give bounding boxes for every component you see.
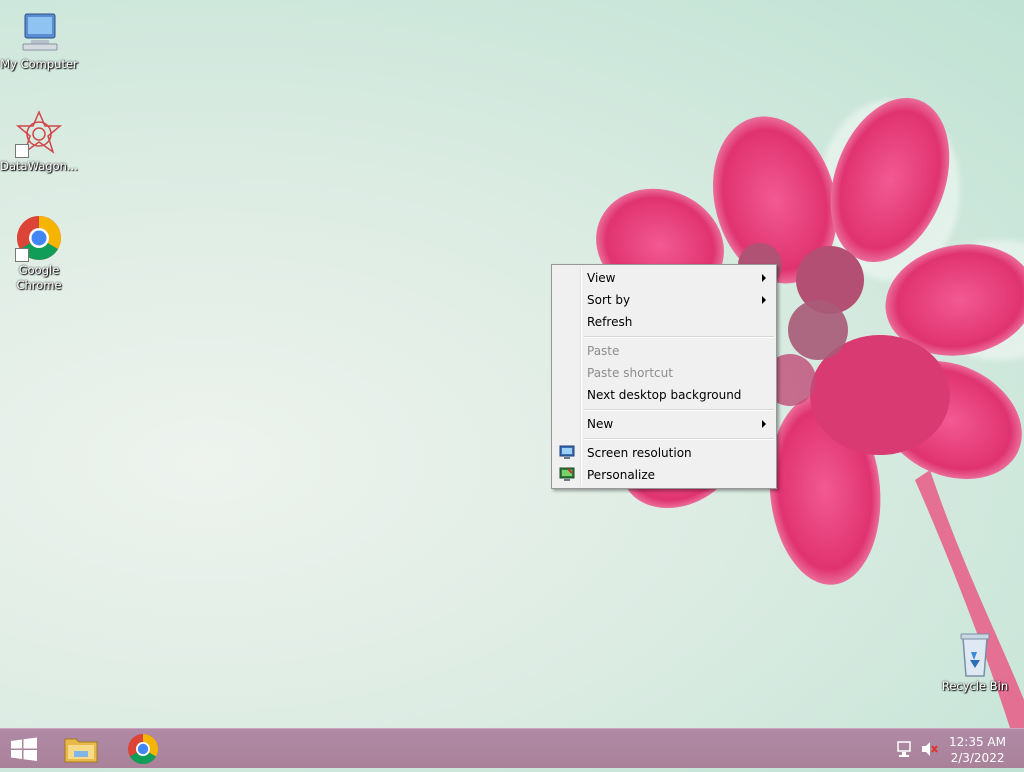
taskbar-file-explorer[interactable]	[56, 729, 106, 769]
chrome-icon	[15, 214, 63, 262]
menu-item-label: New	[587, 417, 614, 431]
menu-item-label: Personalize	[587, 468, 656, 482]
menu-item-refresh[interactable]: Refresh	[554, 311, 774, 333]
menu-item-label: View	[587, 271, 616, 285]
tray-network[interactable]	[894, 729, 916, 769]
desktop-icon-my-computer[interactable]: My Computer	[0, 8, 78, 72]
submenu-arrow-icon	[762, 420, 766, 428]
menu-item-sort-by[interactable]: Sort by	[554, 289, 774, 311]
menu-item-label: Screen resolution	[587, 446, 692, 460]
menu-separator	[584, 409, 774, 411]
desktop-icon-google-chrome[interactable]: Google Chrome	[0, 214, 78, 293]
submenu-arrow-icon	[762, 274, 766, 282]
desktop-icon-label: My Computer	[0, 57, 78, 71]
chrome-icon	[128, 734, 159, 765]
shortcut-arrow-icon	[15, 144, 29, 158]
volume-muted-icon	[922, 742, 938, 756]
clock-time: 12:35 AM	[949, 735, 1006, 749]
menu-item-paste: Paste	[554, 340, 774, 362]
computer-icon	[15, 8, 63, 56]
personalize-icon	[559, 467, 575, 483]
desktop-context-menu: View Sort by Refresh Paste Paste shortcu…	[551, 264, 777, 489]
clock-date: 2/3/2022	[950, 751, 1005, 765]
desktop[interactable]: My Computer DataWagon... Google Chrome R…	[0, 0, 1024, 728]
taskbar-clock[interactable]: 12:35 AM 2/3/2022	[949, 734, 1006, 766]
start-button[interactable]	[0, 729, 48, 769]
desktop-icon-recycle-bin[interactable]: Recycle Bin	[936, 630, 1014, 694]
wallpaper-flower	[596, 97, 1024, 728]
menu-item-label: Next desktop background	[587, 388, 742, 402]
menu-item-label: Paste	[587, 344, 620, 358]
desktop-icon-datawagon[interactable]: DataWagon...	[0, 110, 78, 174]
menu-item-screen-resolution[interactable]: Screen resolution	[554, 442, 774, 464]
menu-separator	[584, 336, 774, 338]
shortcut-arrow-icon	[15, 248, 29, 262]
screen-resolution-icon	[559, 445, 575, 461]
file-explorer-icon	[64, 738, 98, 763]
taskbar: 12:35 AM 2/3/2022	[0, 728, 1024, 768]
menu-item-label: Sort by	[587, 293, 631, 307]
tray-volume[interactable]	[918, 729, 940, 769]
desktop-icon-label: Recycle Bin	[941, 679, 1009, 693]
recycle-bin-icon	[951, 630, 999, 678]
menu-item-new[interactable]: New	[554, 413, 774, 435]
menu-item-view[interactable]: View	[554, 267, 774, 289]
network-icon	[897, 741, 911, 757]
taskbar-chrome[interactable]	[118, 729, 168, 769]
desktop-icon-label: Google Chrome	[16, 263, 62, 292]
menu-item-next-desktop-background[interactable]: Next desktop background	[554, 384, 774, 406]
submenu-arrow-icon	[762, 296, 766, 304]
datawagon-icon	[15, 110, 63, 158]
desktop-icon-label: DataWagon...	[0, 159, 78, 173]
menu-item-paste-shortcut: Paste shortcut	[554, 362, 774, 384]
start-windows-icon	[11, 737, 37, 761]
menu-item-label: Refresh	[587, 315, 633, 329]
menu-item-personalize[interactable]: Personalize	[554, 464, 774, 486]
menu-item-label: Paste shortcut	[587, 366, 673, 380]
menu-separator	[584, 438, 774, 440]
